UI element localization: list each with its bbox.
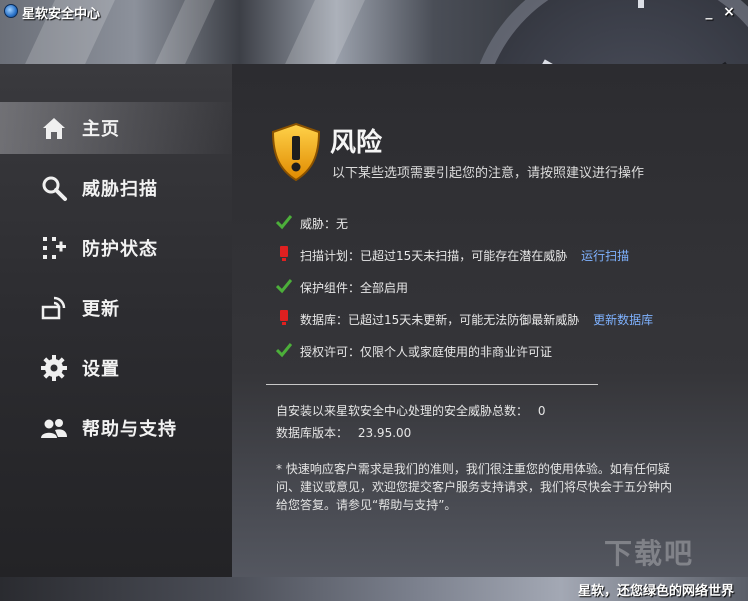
sidebar-item-home[interactable]: 主页 [0, 102, 232, 154]
protection-grid-icon [43, 237, 66, 259]
check-icon [276, 343, 292, 358]
sidebar-item-settings[interactable]: 设置 [0, 342, 232, 394]
main-panel: 风险 以下某些选项需要引起您的注意，请按照建议进行操作 威胁：无 扫描计划：已超… [232, 64, 748, 577]
sidebar-item-label: 帮助与支持 [82, 419, 177, 440]
check-icon [276, 215, 292, 230]
sidebar-item-update[interactable]: 更新 [0, 282, 232, 334]
watermark-text: 下载吧 [604, 537, 695, 570]
threats-handled-label: 自安装以来星软安全中心处理的安全威胁总数： [276, 404, 529, 418]
title-bar[interactable]: 星软安全中心 _ × [0, 0, 748, 24]
warning-flag-icon [280, 246, 288, 261]
footer-slogan: 星软，还您绿色的网络世界 [577, 584, 734, 599]
check-icon [276, 279, 292, 294]
status-item-license: 授权许可：仅限个人或家庭使用的非商业许可证 [276, 342, 736, 360]
divider [266, 384, 598, 385]
sidebar-item-label: 主页 [82, 119, 120, 140]
status-text: 授权许可：仅限个人或家庭使用的非商业许可证 [300, 345, 553, 359]
status-item-database: 数据库：已超过15天未更新，可能无法防御最新威胁 更新数据库 [276, 310, 736, 328]
sidebar-item-label: 设置 [82, 359, 120, 380]
search-icon [42, 176, 67, 201]
update-database-link[interactable]: 更新数据库 [593, 313, 653, 327]
db-version-stat: 数据库版本： 23.95.00 [276, 424, 411, 441]
app-logo-icon [4, 4, 18, 18]
threats-handled-value: 0 [537, 404, 546, 418]
sidebar-item-help-support[interactable]: 帮助与支持 [0, 402, 232, 454]
status-description: 数据库：已超过15天未更新，可能无法防御最新威胁 [300, 313, 580, 327]
home-icon [43, 118, 65, 139]
db-version-label: 数据库版本： [276, 426, 349, 440]
minimize-button[interactable]: _ [701, 4, 717, 20]
support-note: * 快速响应客户需求是我们的准则，我们很注重您的使用体验。如有任何疑问、建议或意… [276, 462, 673, 512]
status-item-components: 保护组件：全部启用 [276, 278, 736, 296]
window-title: 星软安全中心 [22, 7, 101, 22]
gear-icon [41, 355, 67, 381]
status-item-scan-schedule: 扫描计划：已超过15天未扫描，可能存在潜在威胁 运行扫描 [276, 246, 736, 264]
db-version-value: 23.95.00 [357, 426, 412, 440]
sidebar-item-threat-scan[interactable]: 威胁扫描 [0, 162, 232, 214]
status-description: 扫描计划：已超过15天未扫描，可能存在潜在威胁 [300, 249, 568, 263]
status-text: 扫描计划：已超过15天未扫描，可能存在潜在威胁 运行扫描 [300, 247, 629, 264]
status-item-threats: 威胁：无 [276, 214, 736, 232]
warning-shield-icon [271, 122, 321, 182]
status-text: 保护组件：全部启用 [300, 281, 409, 295]
users-icon [41, 419, 67, 438]
update-icon [41, 296, 66, 320]
app-window: 星软安全中心 _ × 主页 威胁扫描 防护状态 更新 设置 帮助与支持 风险 以… [0, 0, 748, 601]
warning-flag-icon [280, 310, 288, 325]
footer-bar: 星软，还您绿色的网络世界 [0, 577, 748, 601]
threats-handled-stat: 自安装以来星软安全中心处理的安全威胁总数： 0 [276, 402, 545, 419]
risk-title: 风险 [330, 128, 383, 158]
run-scan-link[interactable]: 运行扫描 [581, 249, 629, 263]
close-button[interactable]: × [721, 4, 737, 20]
sidebar-item-label: 更新 [82, 299, 120, 320]
status-text: 威胁：无 [300, 217, 349, 231]
status-text: 数据库：已超过15天未更新，可能无法防御最新威胁 更新数据库 [300, 311, 653, 328]
sidebar-item-label: 防护状态 [82, 239, 158, 260]
sidebar: 主页 威胁扫描 防护状态 更新 设置 帮助与支持 [0, 64, 232, 577]
risk-subtitle: 以下某些选项需要引起您的注意，请按照建议进行操作 [332, 166, 645, 181]
sidebar-item-protection-status[interactable]: 防护状态 [0, 222, 232, 274]
sidebar-item-label: 威胁扫描 [82, 179, 158, 200]
